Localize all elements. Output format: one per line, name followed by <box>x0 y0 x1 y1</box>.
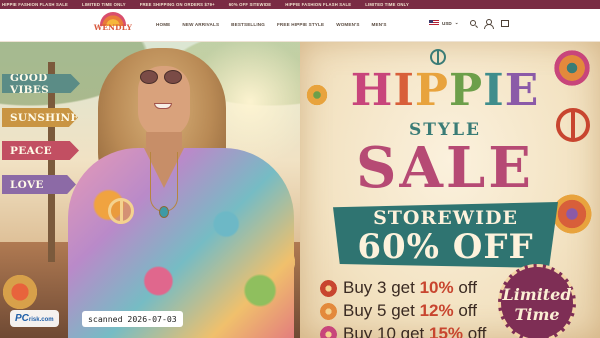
header-actions <box>470 19 509 29</box>
announcement-bar: HIPPIE FASHION FLASH SALE LIMITED TIME O… <box>0 0 600 9</box>
flower-cluster <box>0 272 40 312</box>
headline-hippie: HIPPIE <box>350 65 540 116</box>
hero-photo: GOOD VIBES SUNSHINE PEACE LOVE <box>0 42 320 338</box>
necklace <box>150 152 178 212</box>
peace-sign-icon <box>108 198 134 224</box>
flower-bullet-icon <box>320 302 337 320</box>
watermark-brand: PC <box>15 313 29 324</box>
offer-percent: 12% <box>419 301 454 320</box>
nav-item-new-arrivals[interactable]: NEW ARRIVALS <box>182 22 219 27</box>
watermark-domain: risk.com <box>28 317 54 323</box>
offer-percent: 10% <box>419 278 454 297</box>
chevron-down-icon: ⌄ <box>454 20 459 25</box>
offer-percent: 15% <box>429 324 464 338</box>
nav-item-womens[interactable]: WOMEN'S <box>336 22 359 27</box>
offer-line: Buy 3 get 10% off <box>320 278 477 298</box>
currency-selector[interactable]: USD ⌄ <box>429 20 459 26</box>
announcement-item: 60% OFF SITEWIDE <box>228 2 272 7</box>
hero-banner[interactable]: GOOD VIBES SUNSHINE PEACE LOVE HIPPIE ST… <box>0 42 600 338</box>
patchwork-blouse <box>68 148 294 338</box>
badge-line: Time <box>514 305 560 324</box>
sunglasses-icon <box>140 70 158 84</box>
badge-line: Limited <box>502 285 572 304</box>
offer-prefix: Buy 3 get <box>343 278 420 297</box>
announcement-item: HIPPIE FASHION FLASH SALE <box>285 2 352 7</box>
site-header: WENDLY HOME NEW ARRIVALS BESTSELLING FRE… <box>0 9 600 42</box>
nav-item-home[interactable]: HOME <box>156 22 170 27</box>
limited-time-badge: Limited Time <box>498 264 576 338</box>
sunglasses-icon <box>164 70 182 84</box>
offer-line: Buy 10 get 15% off <box>320 324 486 338</box>
announcement-item: FREE SHIPPING ON ORDERS $79+ <box>139 2 215 7</box>
peace-sign-icon <box>430 49 446 65</box>
offer-suffix: off <box>463 324 487 338</box>
sign-sunshine: SUNSHINE <box>2 108 78 127</box>
cart-icon[interactable] <box>500 19 509 27</box>
currency-label: USD <box>442 20 452 26</box>
flower-bullet-icon <box>320 325 337 338</box>
sale-poster: HIPPIE STYLE SALE STOREWIDE 60% OFF Buy … <box>300 42 600 338</box>
nav-item-bestselling[interactable]: BESTSELLING <box>231 22 265 27</box>
model-figure <box>68 48 294 338</box>
offer-line: Buy 5 get 12% off <box>320 301 477 321</box>
offer-suffix: off <box>453 301 477 320</box>
pendant <box>159 206 169 218</box>
account-icon[interactable] <box>484 19 494 29</box>
announcement-item: LIMITED TIME ONLY <box>81 2 126 7</box>
scan-date-stamp: scanned 2026-07-03 <box>82 311 183 327</box>
us-flag-icon <box>429 20 439 26</box>
logo-wordmark: WENDLY <box>93 23 133 32</box>
announcement-item: HIPPIE FASHION FLASH SALE <box>2 2 68 7</box>
offer-suffix: off <box>453 278 477 297</box>
flower-bullet-icon <box>320 279 337 297</box>
headline-sale: SALE <box>356 135 534 201</box>
main-nav: HOME NEW ARRIVALS BESTSELLING FREE HIPPI… <box>156 22 387 27</box>
offer-prefix: Buy 10 get <box>343 324 430 338</box>
nav-item-mens[interactable]: MEN'S <box>372 22 387 27</box>
pcrisk-watermark: PCrisk.com <box>10 310 59 327</box>
sign-love: LOVE <box>2 175 76 194</box>
site-logo[interactable]: WENDLY <box>92 12 134 39</box>
nav-item-free-hippie-style[interactable]: FREE HIPPIE STYLE <box>277 22 324 27</box>
offer-prefix: Buy 5 get <box>343 301 420 320</box>
announcement-item: LIMITED TIME ONLY <box>365 2 409 7</box>
discount-label: 60% OFF <box>357 227 534 267</box>
search-icon[interactable] <box>470 20 476 26</box>
storewide-label: STOREWIDE <box>373 207 518 229</box>
